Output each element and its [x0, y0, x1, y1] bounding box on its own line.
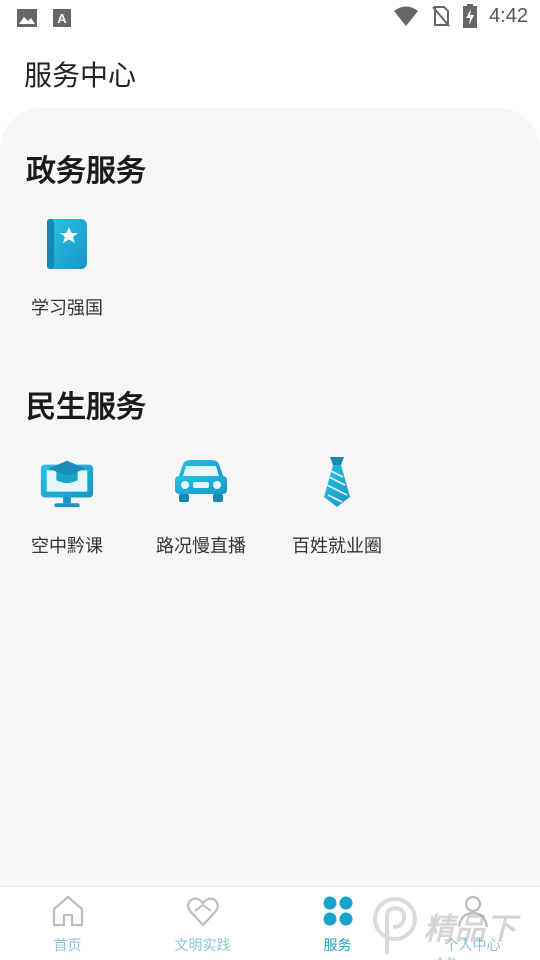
home-icon	[52, 895, 83, 927]
status-bar: A 4:42	[0, 0, 540, 36]
graduation-monitor-icon	[40, 460, 94, 508]
book-star-icon	[47, 219, 87, 269]
watermark-text: 精品下载	[424, 912, 517, 960]
service-tile-luokuang[interactable]: 路况慢直播	[136, 452, 266, 572]
service-tile-jiuye[interactable]: 百姓就业圈	[272, 452, 402, 572]
section-title-livelihood: 民生服务	[26, 390, 146, 425]
service-label: 百姓就业圈	[292, 536, 382, 557]
image-icon	[17, 9, 37, 27]
tab-civilization[interactable]: 文明实践	[135, 887, 270, 960]
service-tile-xuexi[interactable]: 学习强国	[2, 214, 132, 334]
tie-icon	[324, 457, 350, 507]
watermark-logo-icon	[373, 897, 417, 954]
no-sim-icon	[432, 6, 450, 27]
section-title-government: 政务服务	[26, 154, 146, 189]
car-icon	[175, 460, 227, 502]
a-icon: A	[53, 9, 71, 27]
service-label: 空中黔课	[31, 536, 103, 557]
tab-label: 文明实践	[174, 938, 231, 954]
service-label: 学习强国	[31, 298, 103, 319]
svg-text:A: A	[57, 11, 67, 26]
status-time: 4:42	[489, 4, 528, 27]
page-title: 服务中心	[24, 59, 137, 92]
tab-home[interactable]: 首页	[0, 887, 135, 960]
service-label: 路况慢直播	[156, 536, 246, 557]
tab-label: 首页	[53, 938, 82, 954]
wifi-icon	[394, 6, 419, 26]
grid-dots-icon	[323, 896, 352, 926]
battery-charging-icon	[463, 4, 478, 28]
watermark: 精品下载	[370, 892, 530, 960]
service-tile-kongzhong[interactable]: 空中黔课	[2, 452, 132, 572]
heart-hands-icon	[186, 897, 219, 927]
